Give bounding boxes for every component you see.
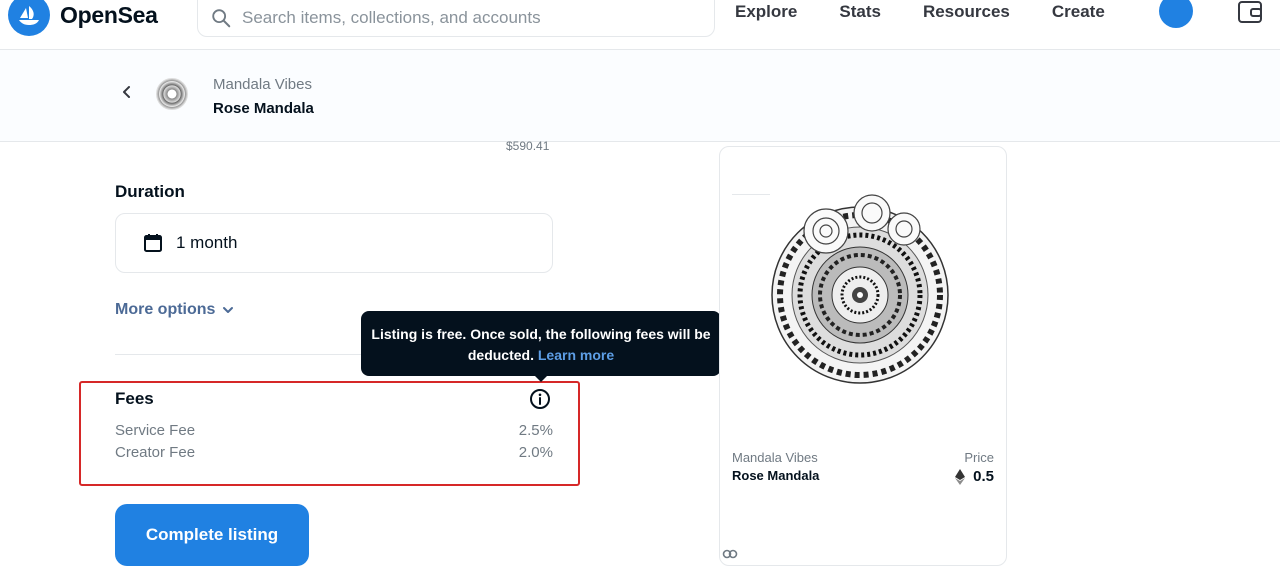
top-navigation: OpenSea Explore Stats Resources Create bbox=[0, 0, 1280, 50]
duration-selector[interactable]: 1 month bbox=[115, 213, 553, 273]
usd-amount: $590.41 bbox=[506, 139, 550, 153]
more-options-label: More options bbox=[115, 301, 216, 318]
item-header: Mandala Vibes Rose Mandala bbox=[0, 50, 1280, 142]
fee-row-creator: Creator Fee 2.0% bbox=[115, 444, 553, 461]
calendar-icon bbox=[144, 234, 162, 252]
nav-stats[interactable]: Stats bbox=[839, 2, 881, 22]
more-options-toggle[interactable]: More options bbox=[115, 301, 235, 319]
fees-title: Fees bbox=[115, 389, 154, 408]
card-collection-name: Mandala Vibes bbox=[732, 450, 818, 465]
search-input[interactable] bbox=[242, 7, 682, 28]
card-price: 0.5 bbox=[955, 468, 994, 485]
card-price-value: 0.5 bbox=[973, 468, 994, 485]
complete-listing-button[interactable]: Complete listing bbox=[115, 504, 309, 566]
brand-name: OpenSea bbox=[60, 1, 158, 28]
chain-link-icon[interactable] bbox=[722, 547, 738, 561]
wallet-icon[interactable] bbox=[1237, 0, 1263, 24]
card-price-label: Price bbox=[964, 450, 994, 465]
brand-logo[interactable]: OpenSea bbox=[8, 0, 158, 36]
chevron-left-icon[interactable] bbox=[118, 83, 136, 101]
ethereum-icon bbox=[955, 468, 966, 485]
fee-label: Service Fee bbox=[115, 422, 196, 439]
learn-more-link[interactable]: Learn more bbox=[538, 347, 614, 363]
search-bar[interactable] bbox=[197, 0, 715, 37]
info-icon[interactable] bbox=[529, 388, 551, 410]
item-thumbnail bbox=[156, 78, 188, 110]
fees-tooltip: Listing is free. Once sold, the followin… bbox=[361, 311, 721, 376]
tooltip-arrow bbox=[534, 375, 548, 382]
mandala-artwork-image bbox=[771, 194, 949, 384]
nav-links: Explore Stats Resources Create bbox=[735, 2, 1147, 22]
duration-label: Duration bbox=[115, 182, 185, 201]
header-item-name: Rose Mandala bbox=[213, 100, 314, 117]
avatar-icon[interactable] bbox=[1159, 0, 1193, 28]
nav-explore[interactable]: Explore bbox=[735, 2, 797, 22]
fee-row-service: Service Fee 2.5% bbox=[115, 422, 553, 439]
search-icon bbox=[212, 8, 231, 27]
opensea-logo-icon bbox=[8, 0, 50, 36]
fee-value: 2.5% bbox=[518, 422, 553, 439]
nav-resources[interactable]: Resources bbox=[923, 2, 1010, 22]
duration-value: 1 month bbox=[176, 233, 238, 252]
nav-create[interactable]: Create bbox=[1052, 2, 1105, 22]
chevron-down-icon bbox=[223, 307, 234, 313]
card-divider bbox=[732, 194, 770, 195]
card-item-name: Rose Mandala bbox=[732, 468, 820, 483]
header-collection-name[interactable]: Mandala Vibes bbox=[213, 76, 312, 93]
fee-value: 2.0% bbox=[518, 444, 553, 461]
fee-label: Creator Fee bbox=[115, 444, 196, 461]
preview-card: Mandala Vibes Rose Mandala Price 0.5 bbox=[719, 146, 1007, 566]
